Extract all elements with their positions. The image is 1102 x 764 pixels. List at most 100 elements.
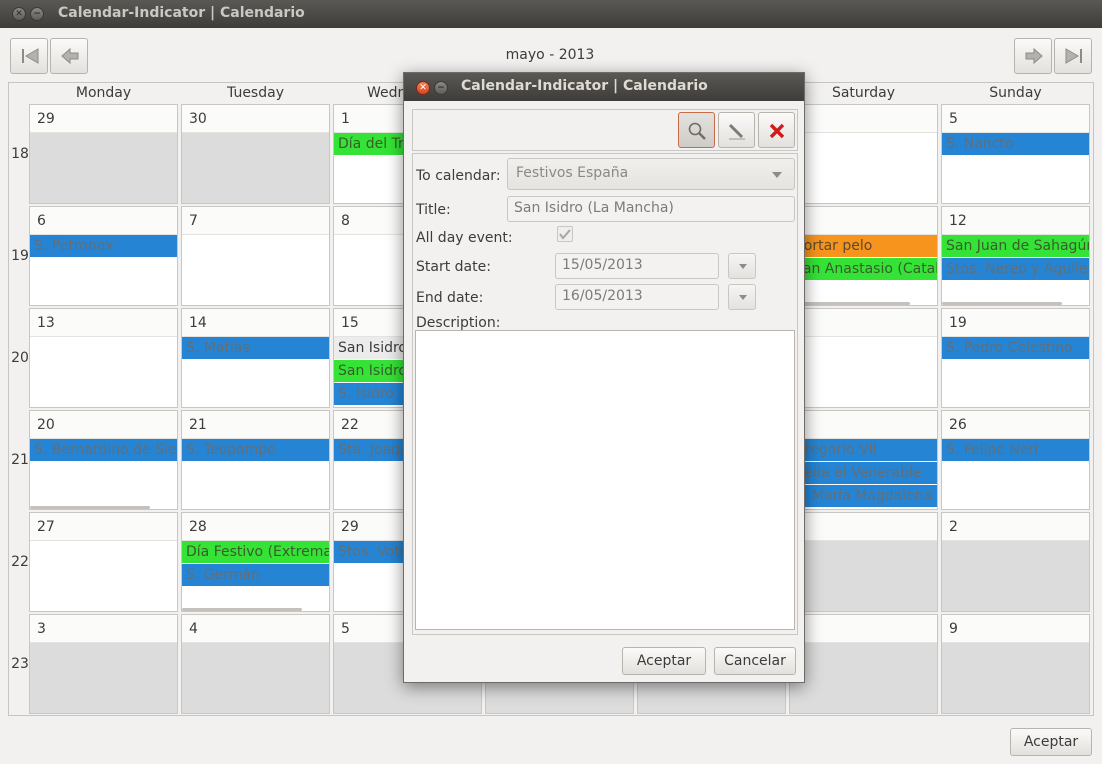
end-date-input[interactable]: 16/05/2013	[555, 284, 719, 310]
all-day-checkbox[interactable]	[557, 226, 573, 242]
dialog-close-icon[interactable]: ✕	[416, 81, 430, 95]
day-cell[interactable]: 14 S. Matías	[181, 308, 330, 408]
previous-month-button[interactable]	[50, 38, 88, 74]
day-number: 1	[790, 207, 937, 235]
calendar-event[interactable]: S. Nancto	[942, 133, 1089, 155]
day-cell[interactable]: 29	[29, 104, 178, 204]
day-cell[interactable]: 28Día Festivo (Extremadura)S. Germán	[181, 512, 330, 612]
day-header: Saturday	[831, 85, 896, 101]
window-minimize-icon[interactable]: −	[30, 7, 44, 21]
calendar-event[interactable]: San Anastasio (Catalu	[790, 258, 937, 280]
calendar-event[interactable]: Cortar pelo	[790, 235, 937, 257]
day-cell[interactable]: 4	[181, 614, 330, 714]
to-calendar-value: Festivos España	[516, 165, 629, 181]
day-events: S. Nancto	[942, 133, 1089, 203]
day-events	[30, 541, 177, 611]
day-number: 30	[182, 105, 329, 133]
all-day-label: All day event:	[416, 230, 513, 246]
calendar-event[interactable]: S. Pedro Celestino	[942, 337, 1089, 359]
calendar-event[interactable]: S. Germán	[182, 564, 329, 586]
title-input[interactable]: San Isidro (La Mancha)	[507, 196, 795, 222]
to-calendar-select[interactable]: Festivos España	[507, 158, 795, 190]
day-cell[interactable]: 2	[941, 512, 1090, 612]
week-number: 21	[11, 452, 29, 468]
day-cell[interactable]: 1Cortar peloSan Anastasio (Catalu	[789, 206, 938, 306]
calendar-event[interactable]: S. Felipe Neri	[942, 439, 1089, 461]
calendar-event[interactable]: Gregorio VII	[790, 439, 937, 461]
day-number: 14	[182, 309, 329, 337]
day-events: S. Petronax	[30, 235, 177, 305]
edit-button[interactable]	[718, 112, 755, 148]
accept-button[interactable]: Aceptar	[1010, 728, 1092, 756]
day-header: Monday	[75, 85, 132, 101]
calendar-event[interactable]: Beda el Venerable	[790, 462, 937, 484]
calendar-event[interactable]: S. Bernardino de Siena	[30, 439, 177, 461]
search-icon	[688, 122, 706, 140]
day-cell[interactable]: 9	[941, 614, 1090, 714]
day-cell[interactable]: 20S. Bernardino de Siena	[29, 410, 178, 510]
day-cell[interactable]: 3	[29, 614, 178, 714]
dialog-accept-button[interactable]: Aceptar	[622, 647, 706, 675]
day-events: S. Teopompo	[182, 439, 329, 509]
first-month-button[interactable]	[10, 38, 48, 74]
day-cell[interactable]: 7	[181, 206, 330, 306]
day-cell[interactable]: 5 S. Nancto	[941, 104, 1090, 204]
day-events	[30, 337, 177, 407]
calendar-event[interactable]: San Juan de Sahagún (	[942, 235, 1089, 257]
day-number	[790, 615, 937, 643]
day-cell[interactable]: 5Gregorio VIIBeda el VenerableS. María M…	[789, 410, 938, 510]
horizontal-scrollbar[interactable]	[182, 608, 302, 611]
arrow-left-icon	[61, 47, 79, 65]
window-close-icon[interactable]: ✕	[12, 7, 26, 21]
calendar-event[interactable]: S. María Magdalena	[790, 485, 937, 507]
calendar-event[interactable]: S. Teopompo	[182, 439, 329, 461]
day-cell[interactable]: 6 S. Petronax	[29, 206, 178, 306]
day-number: 21	[182, 411, 329, 439]
day-number: 7	[182, 207, 329, 235]
description-textarea[interactable]	[415, 330, 795, 630]
window-title: Calendar-Indicator | Calendario	[58, 5, 305, 21]
day-cell[interactable]: 12San Juan de Sahagún (Stos. Nereo y Aqu…	[941, 206, 1090, 306]
day-number: 27	[30, 513, 177, 541]
day-cell[interactable]	[789, 104, 938, 204]
horizontal-scrollbar[interactable]	[30, 506, 150, 509]
start-date-input[interactable]: 15/05/2013	[555, 253, 719, 279]
day-number: 9	[942, 615, 1089, 643]
day-number: 13	[30, 309, 177, 337]
day-events	[30, 133, 177, 203]
arrow-right-icon	[1025, 47, 1043, 65]
search-button[interactable]	[678, 112, 715, 148]
calendar-event[interactable]: Día Festivo (Extremadura)	[182, 541, 329, 563]
next-month-button[interactable]	[1014, 38, 1052, 74]
day-cell[interactable]: 26 S. Felipe Neri	[941, 410, 1090, 510]
day-events	[182, 133, 329, 203]
horizontal-scrollbar[interactable]	[942, 302, 1062, 305]
day-cell[interactable]	[789, 614, 938, 714]
day-cell[interactable]: 13	[29, 308, 178, 408]
day-cell[interactable]	[789, 512, 938, 612]
week-number: 18	[11, 146, 29, 162]
day-number: 6	[30, 207, 177, 235]
day-cell[interactable]: 30	[181, 104, 330, 204]
day-number: 3	[30, 615, 177, 643]
end-date-dropdown-button[interactable]	[728, 284, 756, 310]
day-events: S. Matías	[182, 337, 329, 407]
horizontal-scrollbar[interactable]	[790, 302, 910, 305]
to-calendar-label: To calendar:	[416, 168, 501, 184]
dialog-titlebar: ✕ − Calendar-Indicator | Calendario	[404, 73, 804, 101]
dialog-cancel-button[interactable]: Cancelar	[714, 647, 796, 675]
delete-button[interactable]	[758, 112, 795, 148]
day-cell[interactable]: 21 S. Teopompo	[181, 410, 330, 510]
skip-forward-icon	[1065, 48, 1082, 64]
calendar-event[interactable]: S. Petronax	[30, 235, 177, 257]
last-month-button[interactable]	[1054, 38, 1092, 74]
calendar-event[interactable]: S. Matías	[182, 337, 329, 359]
week-number: 23	[11, 656, 29, 672]
day-cell[interactable]: 8	[789, 308, 938, 408]
calendar-event[interactable]: Stos. Nereo y Aquiles	[942, 258, 1089, 280]
day-cell[interactable]: 19 S. Pedro Celestino	[941, 308, 1090, 408]
start-date-dropdown-button[interactable]	[728, 253, 756, 279]
dialog-minimize-icon[interactable]: −	[434, 81, 448, 95]
day-cell[interactable]: 27	[29, 512, 178, 612]
delete-x-icon	[769, 123, 785, 139]
